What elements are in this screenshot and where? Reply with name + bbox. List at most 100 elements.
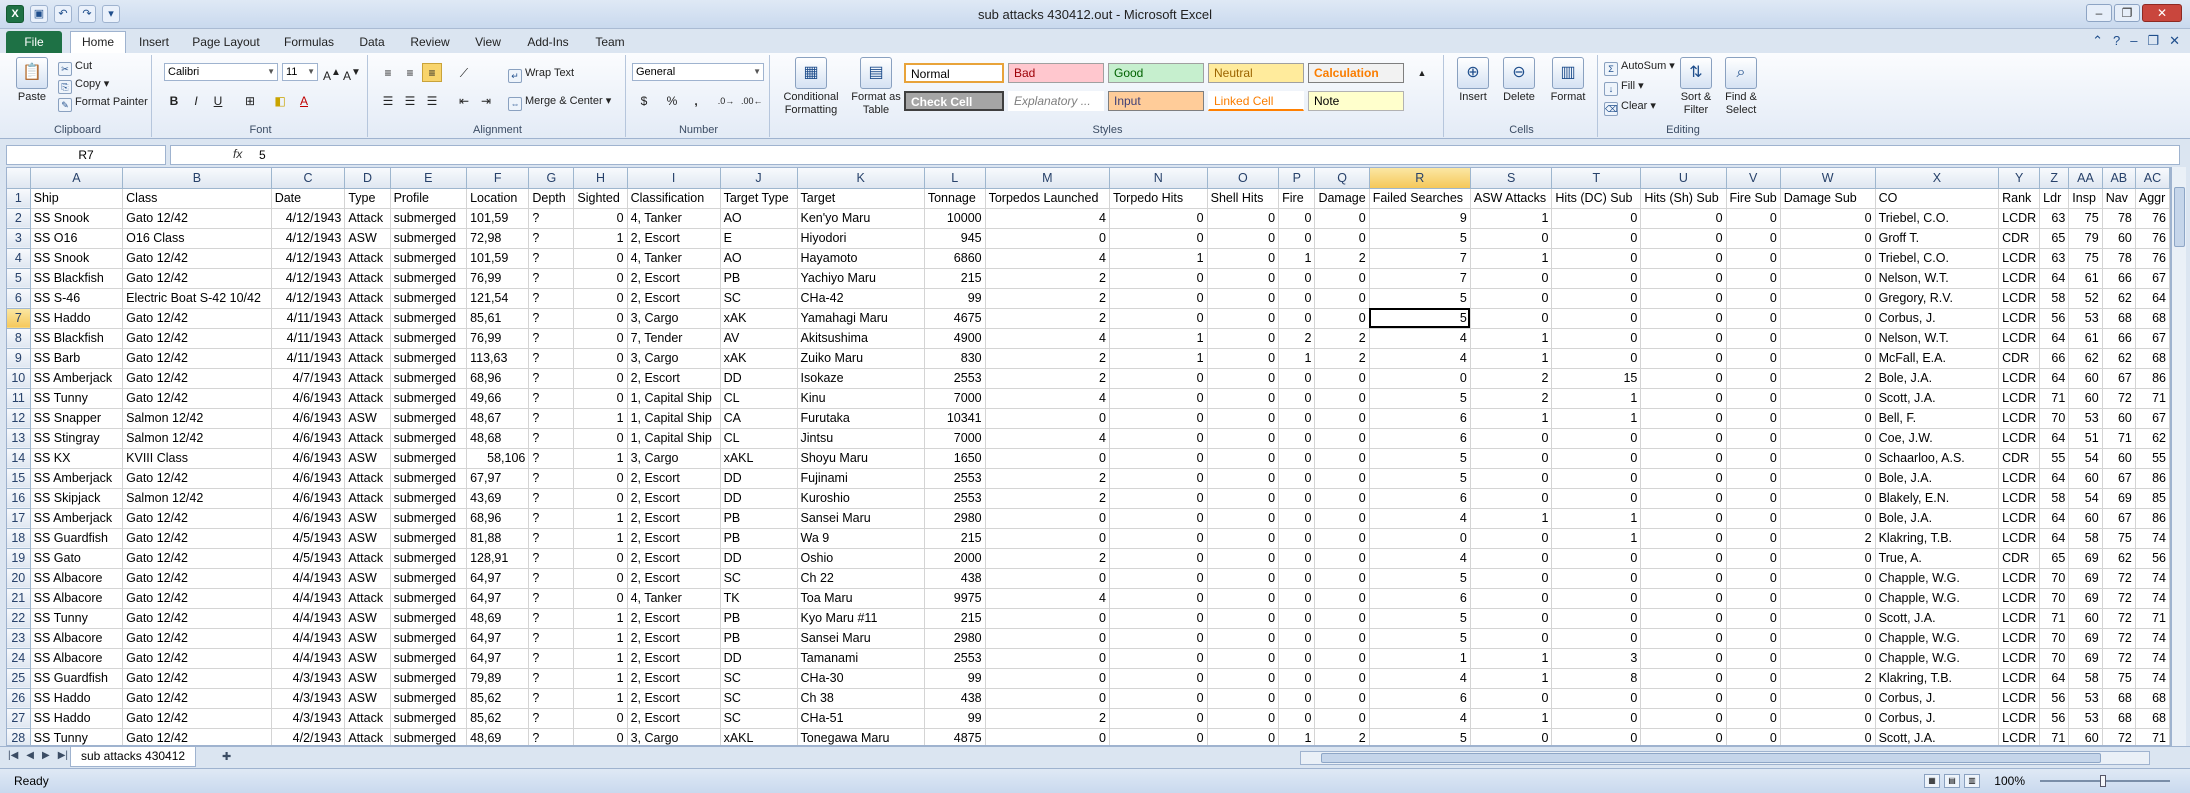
cell[interactable]: 1: [1470, 328, 1553, 349]
cell[interactable]: 0: [1278, 668, 1316, 689]
column-header[interactable]: J: [720, 168, 798, 189]
horizontal-scrollbar[interactable]: [1300, 751, 2150, 765]
autosum-button[interactable]: Σ AutoSum ▾: [1604, 59, 1675, 76]
cell[interactable]: 0: [1207, 548, 1280, 569]
cell[interactable]: 5: [1369, 728, 1471, 745]
find-select-button[interactable]: ⌕ Find & Select: [1720, 57, 1762, 117]
cell[interactable]: SS Tunny: [30, 608, 124, 629]
cell[interactable]: LCDR: [1998, 528, 2041, 549]
cell[interactable]: 68: [2135, 308, 2170, 329]
cell[interactable]: 7, Tender: [627, 328, 721, 349]
cell[interactable]: ?: [528, 208, 575, 229]
cell[interactable]: 3, Cargo: [627, 448, 721, 469]
cell[interactable]: 2: [985, 708, 1110, 729]
row-header[interactable]: 22: [7, 608, 31, 629]
cell[interactable]: 1: [1278, 728, 1316, 745]
align-top-icon[interactable]: ≡: [378, 63, 398, 82]
cell[interactable]: 0: [1780, 428, 1876, 449]
fill-button[interactable]: ↓ Fill ▾: [1604, 79, 1644, 96]
cell[interactable]: xAK: [720, 348, 798, 369]
cell[interactable]: 2: [1314, 328, 1370, 349]
cell[interactable]: 0: [1109, 528, 1208, 549]
cell[interactable]: LCDR: [1998, 628, 2041, 649]
cell[interactable]: 49,66: [466, 388, 530, 409]
cell[interactable]: Gato 12/42: [122, 308, 272, 329]
cell[interactable]: 2: [985, 288, 1110, 309]
cell[interactable]: LCDR: [1998, 568, 2041, 589]
cell[interactable]: 0: [1109, 668, 1208, 689]
cell[interactable]: 0: [1278, 648, 1316, 669]
cell[interactable]: 69: [2102, 488, 2136, 509]
cell[interactable]: 0: [1369, 528, 1471, 549]
cell[interactable]: 2, Escort: [627, 468, 721, 489]
cell[interactable]: SS Albacore: [30, 568, 124, 589]
cell[interactable]: Gato 12/42: [122, 268, 272, 289]
cell[interactable]: 3, Cargo: [627, 348, 721, 369]
cell[interactable]: SS Albacore: [30, 628, 124, 649]
cell[interactable]: 67: [2135, 268, 2170, 289]
cell[interactable]: 0: [1780, 208, 1876, 229]
cell[interactable]: 0: [985, 448, 1110, 469]
cell[interactable]: 67: [2135, 408, 2170, 429]
row-header[interactable]: 16: [7, 488, 31, 509]
cell[interactable]: 76,99: [466, 268, 530, 289]
row-header[interactable]: 27: [7, 708, 31, 729]
cell[interactable]: 61: [2068, 328, 2103, 349]
cell[interactable]: 61: [2068, 268, 2103, 289]
shrink-font-icon[interactable]: A▼: [342, 63, 362, 83]
cell[interactable]: 0: [1207, 308, 1280, 329]
cell[interactable]: 4/3/1943: [271, 668, 346, 689]
column-header[interactable]: Z: [2039, 168, 2070, 189]
cell[interactable]: 60: [2068, 508, 2103, 529]
cell[interactable]: Gato 12/42: [122, 548, 272, 569]
cell[interactable]: 0: [1109, 428, 1208, 449]
cell[interactable]: 0: [1640, 548, 1727, 569]
style-note[interactable]: Note: [1308, 91, 1404, 111]
cell[interactable]: DD: [720, 368, 798, 389]
cell[interactable]: 1: [1470, 348, 1553, 369]
cell[interactable]: 0: [1278, 608, 1316, 629]
cell[interactable]: 6860: [924, 248, 986, 269]
cell[interactable]: 3, Cargo: [627, 308, 721, 329]
cell[interactable]: 1: [1369, 648, 1471, 669]
cell[interactable]: 68: [2135, 708, 2170, 729]
cell[interactable]: 0: [1470, 428, 1553, 449]
cell[interactable]: 4675: [924, 308, 986, 329]
cell[interactable]: 0: [1314, 408, 1370, 429]
cell[interactable]: SC: [720, 688, 798, 709]
cell[interactable]: 1: [573, 628, 628, 649]
cell[interactable]: 0: [1207, 728, 1280, 745]
cell[interactable]: ?: [528, 428, 575, 449]
cell[interactable]: 0: [1726, 548, 1781, 569]
cell[interactable]: 1: [573, 528, 628, 549]
cell[interactable]: 1: [573, 408, 628, 429]
cell[interactable]: 0: [573, 428, 628, 449]
row-header[interactable]: 2: [7, 208, 31, 229]
cell[interactable]: SS Amberjack: [30, 368, 124, 389]
cell[interactable]: 56: [2039, 708, 2070, 729]
cell[interactable]: submerged: [390, 488, 468, 509]
cell[interactable]: 0: [1207, 328, 1280, 349]
cell[interactable]: 4/4/1943: [271, 648, 346, 669]
cell[interactable]: 68,96: [466, 368, 530, 389]
cell[interactable]: 65: [2039, 548, 2070, 569]
cell[interactable]: ?: [528, 268, 575, 289]
cell[interactable]: ASW: [344, 508, 391, 529]
cell[interactable]: 0: [1640, 288, 1727, 309]
cell[interactable]: 0: [1207, 228, 1280, 249]
cell[interactable]: AO: [720, 248, 798, 269]
cell[interactable]: True, A.: [1875, 548, 2000, 569]
cell[interactable]: 0: [1109, 228, 1208, 249]
cell[interactable]: Attack: [344, 468, 391, 489]
cell[interactable]: 85,62: [466, 708, 530, 729]
cell[interactable]: Failed Searches: [1369, 188, 1471, 209]
cell[interactable]: 1, Capital Ship: [627, 388, 721, 409]
cell[interactable]: ?: [528, 388, 575, 409]
cell[interactable]: AO: [720, 208, 798, 229]
cell[interactable]: ?: [528, 228, 575, 249]
cell[interactable]: 0: [1640, 388, 1727, 409]
cell[interactable]: 71: [2102, 428, 2136, 449]
cell[interactable]: 9: [1369, 208, 1471, 229]
cell[interactable]: 7: [1369, 268, 1471, 289]
cell[interactable]: LCDR: [1998, 588, 2041, 609]
